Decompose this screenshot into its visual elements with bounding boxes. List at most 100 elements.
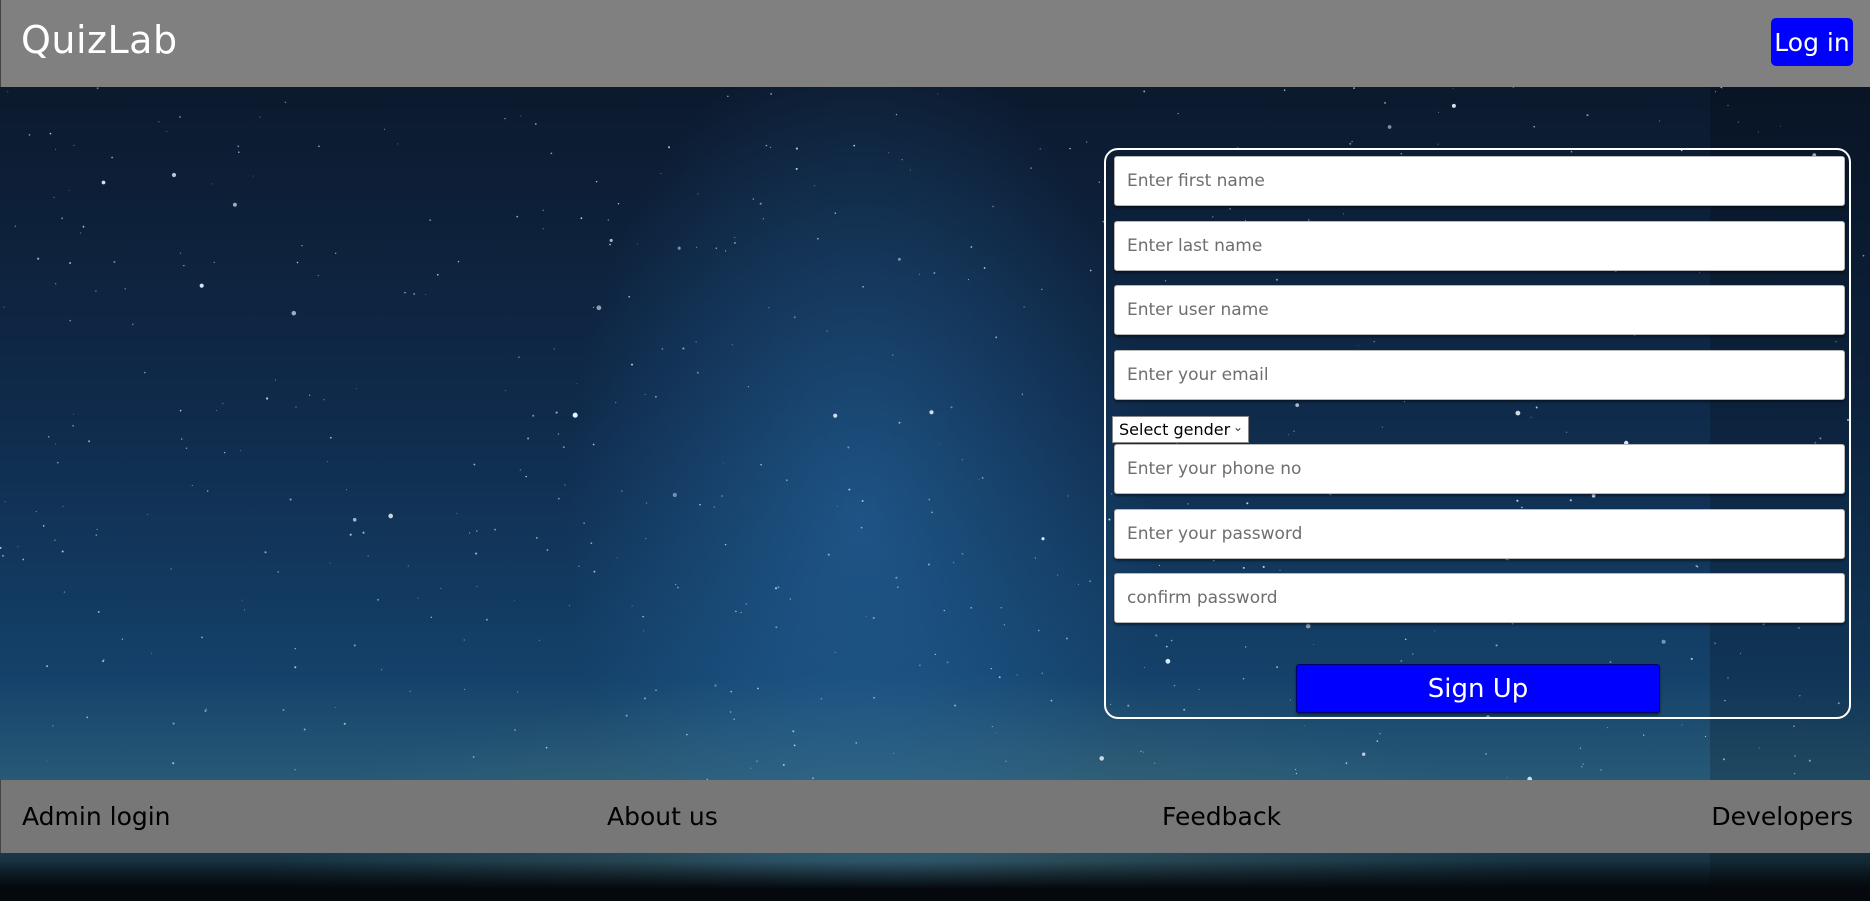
star [46,665,49,668]
star [463,639,465,641]
star [967,279,969,281]
star [73,144,75,147]
star [53,196,55,198]
star [241,599,243,601]
star [57,462,59,464]
star [46,760,48,762]
star [1034,557,1037,559]
star [1065,637,1068,640]
star [22,558,25,561]
star [660,173,662,175]
star [1003,624,1005,626]
star [901,158,903,161]
star [264,551,267,554]
star [514,600,515,601]
star [642,630,644,632]
star [69,319,71,322]
footer-feedback-link[interactable]: Feedback [1162,802,1281,831]
star [294,647,297,650]
user-name-input[interactable] [1114,285,1845,335]
star [1452,88,1454,90]
star [17,546,19,548]
star [630,363,634,366]
star [518,356,520,358]
confirm-password-input[interactable] [1114,573,1845,623]
star [222,402,224,405]
star [759,202,762,205]
star [353,644,356,647]
star [775,626,778,629]
star [308,394,311,396]
star [334,706,336,708]
email-input[interactable] [1114,350,1845,400]
star [1379,733,1381,735]
star [42,525,45,527]
star [37,257,40,260]
star [132,323,134,326]
star [329,436,332,439]
star [667,146,671,149]
star [362,531,365,534]
phone-input[interactable] [1114,444,1845,494]
star [1579,747,1582,749]
star [291,310,297,316]
star [54,539,56,541]
brand-logo[interactable]: QuizLab [21,18,178,62]
footer-developers-link[interactable]: Developers [1711,802,1853,831]
star [888,152,890,154]
star [782,764,785,766]
signup-button[interactable]: Sign Up [1296,664,1660,713]
star [121,638,124,640]
star [848,488,851,491]
star [367,555,369,557]
star [645,502,648,504]
star [733,241,736,244]
star [171,172,177,178]
star [456,513,458,515]
star [895,576,898,579]
star [933,272,936,274]
star [927,563,930,566]
star [517,691,519,693]
star [158,121,160,123]
password-input[interactable] [1114,509,1845,559]
star [954,704,957,707]
star [990,668,992,670]
star [179,116,181,118]
star [464,688,466,690]
footer-admin-login-link[interactable]: Admin login [22,802,171,831]
star [62,505,64,507]
star [1349,142,1352,145]
star [865,615,867,617]
star [777,586,780,589]
star [715,247,717,249]
star [991,725,993,728]
gender-select[interactable]: Select gender ⌄ [1112,416,1249,443]
last-name-input[interactable] [1114,221,1845,271]
star [199,283,204,288]
star [2,554,4,557]
star [211,183,213,185]
login-button[interactable]: Log in [1771,18,1853,66]
first-name-input[interactable] [1114,156,1845,206]
star [699,503,701,506]
star [774,587,778,590]
star [557,433,560,435]
footer-about-link[interactable]: About us [607,802,718,831]
star [545,746,548,749]
star [520,115,522,117]
star [147,514,149,515]
star [934,653,936,656]
star [1437,111,1440,113]
star [677,586,679,589]
star [596,305,602,311]
star [1376,740,1379,742]
star [643,697,646,700]
star [572,412,578,418]
star [377,599,379,601]
star [645,537,647,539]
star [55,283,57,285]
star [266,397,269,400]
star [1099,756,1104,761]
star [532,414,535,417]
